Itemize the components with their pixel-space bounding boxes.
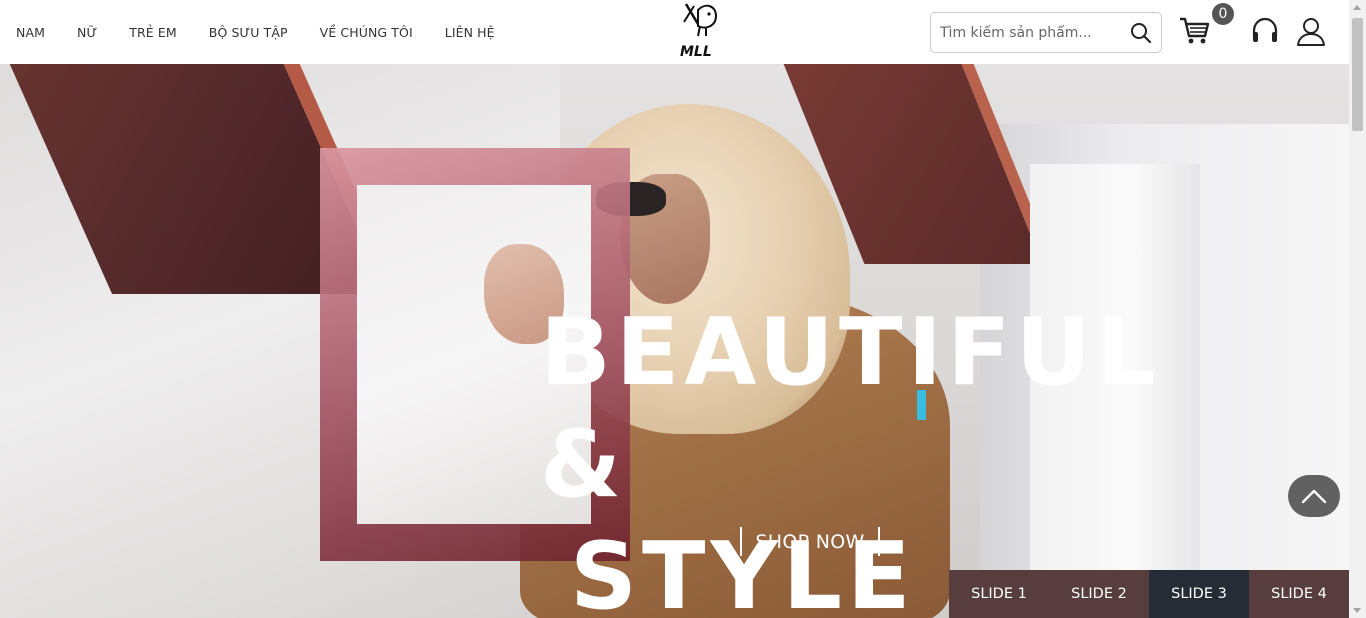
page-scrollbar[interactable]: [1349, 0, 1366, 618]
nav-item-nu[interactable]: NỮ: [77, 25, 97, 40]
main-nav: NAM NỮ TRẺ EM BỘ SƯU TẬP VỀ CHÚNG TÔI LI…: [16, 25, 527, 40]
nav-item-bo-suu-tap[interactable]: BỘ SƯU TẬP: [209, 25, 288, 40]
slide-1-button[interactable]: SLIDE 1: [949, 570, 1049, 618]
slide-selector: SLIDE 1 SLIDE 2 SLIDE 3 SLIDE 4: [949, 570, 1349, 618]
back-to-top-button[interactable]: [1288, 475, 1340, 517]
chevron-up-icon: [1301, 489, 1327, 504]
search-box: [930, 12, 1162, 53]
site-header: NAM NỮ TRẺ EM BỘ SƯU TẬP VỀ CHÚNG TÔI LI…: [0, 0, 1349, 64]
search-input[interactable]: [931, 13, 1121, 52]
user-icon[interactable]: [1296, 16, 1326, 46]
text-cursor-accent: [917, 390, 926, 420]
nav-item-lien-he[interactable]: LIÊN HỆ: [445, 25, 495, 40]
hero-headline-line1: BEAUTIFUL &: [540, 298, 1161, 518]
hero-banner: BEAUTIFUL & STYLE SHOP NOW SLIDE 1 SLIDE…: [0, 64, 1349, 618]
cart-icon[interactable]: [1178, 14, 1212, 48]
cart-count-badge: 0: [1212, 3, 1234, 25]
scroll-down-arrow[interactable]: [1353, 608, 1361, 613]
search-icon[interactable]: [1129, 21, 1153, 45]
scroll-up-arrow[interactable]: [1353, 5, 1361, 10]
nav-item-nam[interactable]: NAM: [16, 25, 45, 40]
nav-item-ve-chung-toi[interactable]: VỀ CHÚNG TÔI: [320, 25, 413, 40]
slide-3-button[interactable]: SLIDE 3: [1149, 570, 1249, 618]
shop-now-button[interactable]: SHOP NOW: [740, 527, 880, 556]
svg-text:MLL: MLL: [680, 44, 712, 60]
nav-item-tre-em[interactable]: TRẺ EM: [129, 25, 176, 40]
logo-mark: MLL: [680, 3, 718, 60]
slide-4-button[interactable]: SLIDE 4: [1249, 570, 1349, 618]
site-logo[interactable]: MLL: [676, 0, 722, 62]
scroll-thumb[interactable]: [1352, 18, 1363, 131]
slide-2-button[interactable]: SLIDE 2: [1049, 570, 1149, 618]
headset-icon[interactable]: [1250, 16, 1280, 46]
